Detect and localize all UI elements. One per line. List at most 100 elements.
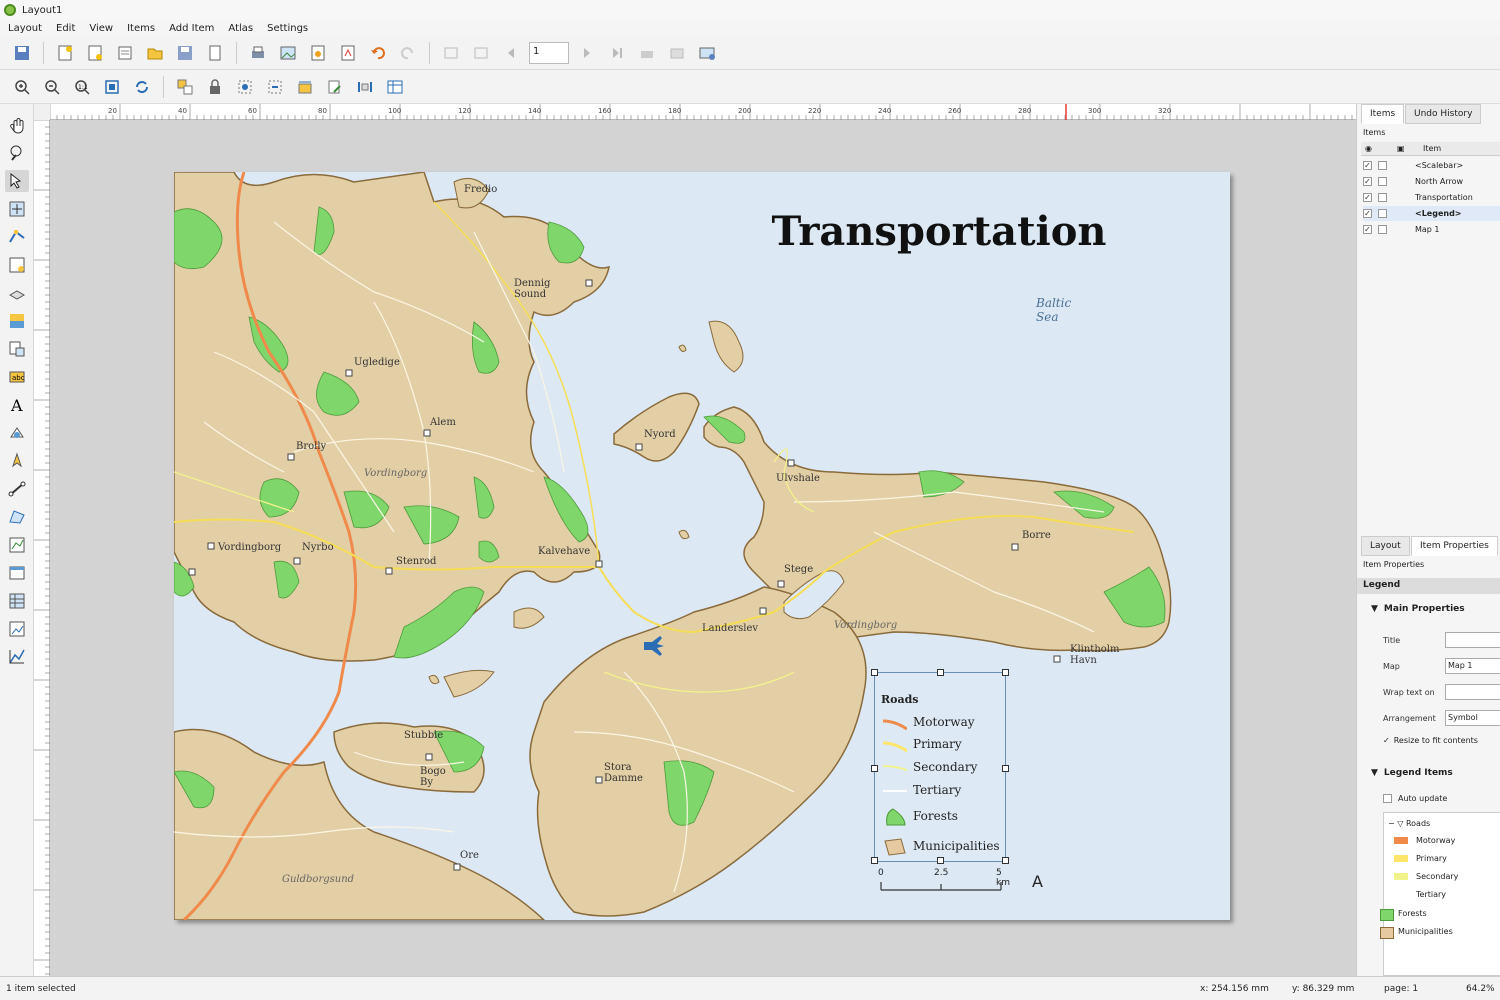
add-text-icon[interactable]: A [5,394,29,416]
menu-add-item[interactable]: Add Item [169,23,214,34]
raise-items-icon[interactable] [233,75,257,99]
wrap-input[interactable] [1445,684,1500,700]
resize-items-icon[interactable] [323,75,347,99]
add-3d-map-icon[interactable] [5,282,29,304]
add-scalebar-icon[interactable] [5,478,29,500]
lock-checkbox[interactable] [1378,177,1387,186]
selection-handle[interactable] [937,857,944,864]
legend-items-section[interactable]: ▼ Legend Items [1357,764,1500,782]
lock-checkbox[interactable] [1378,161,1387,170]
tree-item[interactable]: Secondary [1416,872,1458,881]
move-content-icon[interactable] [5,198,29,220]
select-move-icon[interactable] [4,170,29,192]
add-polyline-icon[interactable] [5,534,29,556]
add-map-icon[interactable] [5,254,29,276]
tab-layout[interactable]: Layout [1361,536,1410,556]
table-icon[interactable] [383,75,407,99]
tab-items[interactable]: Items [1361,104,1405,124]
add-fixed-table-icon[interactable] [5,590,29,612]
add-legend-icon[interactable] [5,422,29,444]
zoom-tool-icon[interactable] [5,142,29,164]
save-template-icon[interactable] [173,41,197,65]
items-row[interactable]: ✓ North Arrow [1363,174,1500,189]
lock-items-icon[interactable] [203,75,227,99]
atlas-page-input[interactable]: 1 [529,41,569,64]
main-properties-section[interactable]: ▼ Main Properties [1357,600,1500,618]
export-pdf-icon[interactable] [336,41,360,65]
refresh-icon[interactable] [130,75,154,99]
menu-settings[interactable]: Settings [267,23,308,34]
menu-edit[interactable]: Edit [56,23,75,34]
visibility-checkbox[interactable]: ✓ [1363,161,1372,170]
add-picture-icon[interactable] [5,310,29,332]
add-label-icon[interactable]: abc [5,366,29,388]
add-marker-icon[interactable] [5,618,29,640]
group-items-icon[interactable] [173,75,197,99]
distribute-items-icon[interactable] [293,75,317,99]
scale-bar[interactable]: 0 2.5 5 km [878,866,1010,896]
selection-handle[interactable] [937,669,944,676]
zoom-full-icon[interactable] [100,75,124,99]
tree-item[interactable]: Forests [1398,909,1427,918]
menu-layout[interactable]: Layout [8,23,42,34]
layout-page[interactable]: Transportation Fredio Dennig Sound Ugled… [174,172,1230,920]
menu-atlas[interactable]: Atlas [228,23,253,34]
north-arrow[interactable]: A [1032,872,1043,891]
visibility-checkbox[interactable]: ✓ [1363,193,1372,202]
tree-item[interactable]: Primary [1416,854,1447,863]
items-row[interactable]: ✓ Transportation [1363,190,1500,205]
menu-items[interactable]: Items [127,23,155,34]
add-north-arrow-icon[interactable] [5,450,29,472]
layout-manager-icon[interactable] [113,41,137,65]
undo-icon[interactable] [366,41,390,65]
lock-checkbox[interactable] [1378,225,1387,234]
add-html-icon[interactable] [5,338,29,360]
align-items-icon[interactable] [263,75,287,99]
save-icon[interactable] [10,41,34,65]
print-icon[interactable] [246,41,270,65]
selection-handle[interactable] [1002,765,1009,772]
report-settings-icon[interactable] [695,41,719,65]
layout-canvas[interactable]: Transportation Fredio Dennig Sound Ugled… [50,120,1356,976]
add-polygon-icon[interactable] [5,506,29,528]
visibility-checkbox[interactable]: ✓ [1363,177,1372,186]
menu-view[interactable]: View [89,23,113,34]
items-row[interactable]: ✓ <Scalebar> [1363,158,1500,173]
lock-checkbox[interactable] [1378,193,1387,202]
arrangement-select[interactable]: Symbol [1445,710,1500,726]
page-icon[interactable] [203,41,227,65]
selection-handle[interactable] [1002,669,1009,676]
items-row[interactable]: ✓ Map 1 [1363,222,1500,237]
tree-item[interactable]: Motorway [1416,836,1455,845]
title-input[interactable] [1445,632,1500,648]
visibility-checkbox[interactable]: ✓ [1363,225,1372,234]
pan-icon[interactable] [5,114,29,136]
legend-item[interactable]: Roads Motorway Primary Secondary Tertiar… [871,669,1009,864]
auto-update-checkbox[interactable] [1383,794,1392,803]
legend-tree[interactable]: − ▽ Roads Motorway Primary Secondary Ter… [1380,812,1500,976]
duplicate-layout-icon[interactable] [83,41,107,65]
auto-update-option[interactable]: Auto update [1383,794,1447,803]
tab-undo-history[interactable]: Undo History [1405,104,1482,124]
add-elevation-profile-icon[interactable] [5,646,29,668]
map-select[interactable]: Map 1 [1445,658,1500,674]
tree-item[interactable]: Tertiary [1416,890,1446,899]
lock-checkbox[interactable] [1378,209,1387,218]
resize-option[interactable]: ✓ Resize to fit contents [1383,736,1478,745]
ungroup-icon[interactable] [353,75,377,99]
items-row-selected[interactable]: ✓ <Legend> [1363,206,1500,221]
new-layout-icon[interactable] [53,41,77,65]
add-attribute-table-icon[interactable] [5,562,29,584]
tree-roads-group[interactable]: − ▽ Roads [1388,819,1430,828]
zoom-in-icon[interactable] [10,75,34,99]
selection-handle[interactable] [1002,857,1009,864]
zoom-out-icon[interactable] [40,75,64,99]
tree-item[interactable]: Municipalities [1398,927,1453,936]
zoom-actual-icon[interactable]: 1:1 [70,75,94,99]
export-image-icon[interactable] [276,41,300,65]
visibility-checkbox[interactable]: ✓ [1363,209,1372,218]
zoom-level[interactable]: 64.2% [1466,984,1495,994]
selection-handle[interactable] [871,669,878,676]
selection-handle[interactable] [871,765,878,772]
edit-nodes-icon[interactable] [5,226,29,248]
